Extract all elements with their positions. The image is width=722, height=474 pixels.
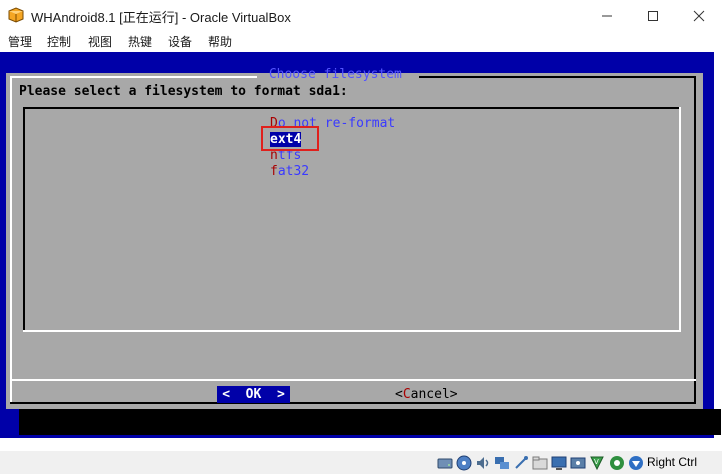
close-icon bbox=[693, 10, 705, 22]
window-title-bar[interactable]: WHAndroid8.1 [正在运行] - Oracle VirtualBox bbox=[0, 0, 722, 31]
menu-control[interactable]: 控制 bbox=[47, 33, 71, 50]
usb-icon[interactable] bbox=[513, 455, 529, 471]
dialog-separator bbox=[10, 379, 696, 381]
option-fat32[interactable]: fat32 bbox=[270, 164, 309, 179]
menu-help[interactable]: 帮助 bbox=[208, 33, 232, 50]
arrow-down-icon[interactable] bbox=[628, 455, 644, 471]
minimize-button[interactable] bbox=[584, 0, 630, 31]
menu-view[interactable]: 视图 bbox=[88, 33, 112, 50]
close-button[interactable] bbox=[676, 0, 722, 31]
audio-icon[interactable] bbox=[475, 455, 491, 471]
option-hotkey: f bbox=[270, 164, 278, 179]
svg-text:V: V bbox=[594, 458, 599, 466]
host-key-label: Right Ctrl bbox=[647, 455, 698, 469]
mouse-integration-icon[interactable] bbox=[609, 455, 625, 471]
display-icon[interactable] bbox=[551, 455, 567, 471]
cancel-button[interactable]: <Cancel> bbox=[395, 386, 458, 403]
network-icon[interactable] bbox=[494, 455, 510, 471]
dialog-border bbox=[10, 76, 257, 78]
menu-devices[interactable]: 设备 bbox=[168, 33, 192, 50]
virtualization-icon[interactable]: V bbox=[589, 455, 605, 471]
dialog-border bbox=[10, 402, 696, 404]
dialog-prompt: Please select a filesystem to format sda… bbox=[19, 84, 348, 99]
status-bar: V Right Ctrl bbox=[0, 451, 722, 474]
maximize-button[interactable] bbox=[630, 0, 676, 31]
dialog-shadow bbox=[19, 409, 721, 435]
menu-bar: 管理 控制 视图 热键 设备 帮助 bbox=[0, 31, 722, 52]
list-border bbox=[23, 107, 25, 332]
choose-filesystem-dialog: Choose filesystem Please select a filesy… bbox=[6, 67, 703, 409]
maximize-icon bbox=[648, 11, 658, 21]
dialog-border bbox=[419, 76, 696, 78]
cancel-hotkey: C bbox=[402, 387, 411, 402]
vm-display-edge bbox=[714, 52, 722, 451]
virtualbox-logo-icon bbox=[7, 7, 25, 23]
selection-highlight-outline bbox=[261, 126, 319, 151]
vm-display[interactable]: Choose filesystem Please select a filesy… bbox=[0, 52, 722, 451]
menu-manage[interactable]: 管理 bbox=[8, 33, 32, 50]
cancel-rest: ancel> bbox=[410, 387, 458, 402]
window-title: WHAndroid8.1 [正在运行] - Oracle VirtualBox bbox=[31, 10, 291, 25]
dialog-title: Choose filesystem bbox=[261, 67, 410, 82]
shared-folder-icon[interactable] bbox=[532, 455, 548, 471]
hard-disk-icon[interactable] bbox=[437, 455, 453, 471]
ok-button[interactable]: < OK > bbox=[217, 386, 290, 403]
video-capture-icon[interactable] bbox=[570, 455, 586, 471]
cancel-prefix: < bbox=[395, 387, 403, 402]
option-label: at32 bbox=[277, 164, 310, 179]
dialog-border bbox=[10, 76, 12, 404]
menu-hotkeys[interactable]: 热键 bbox=[128, 33, 152, 50]
list-border bbox=[23, 330, 681, 332]
dialog-border bbox=[694, 76, 696, 404]
list-border bbox=[679, 107, 681, 332]
optical-drive-icon[interactable] bbox=[456, 455, 472, 471]
list-border bbox=[23, 107, 681, 109]
filesystem-list: Do not re-format ext4 ntfs fat32 bbox=[23, 107, 681, 332]
minimize-icon bbox=[602, 15, 612, 17]
